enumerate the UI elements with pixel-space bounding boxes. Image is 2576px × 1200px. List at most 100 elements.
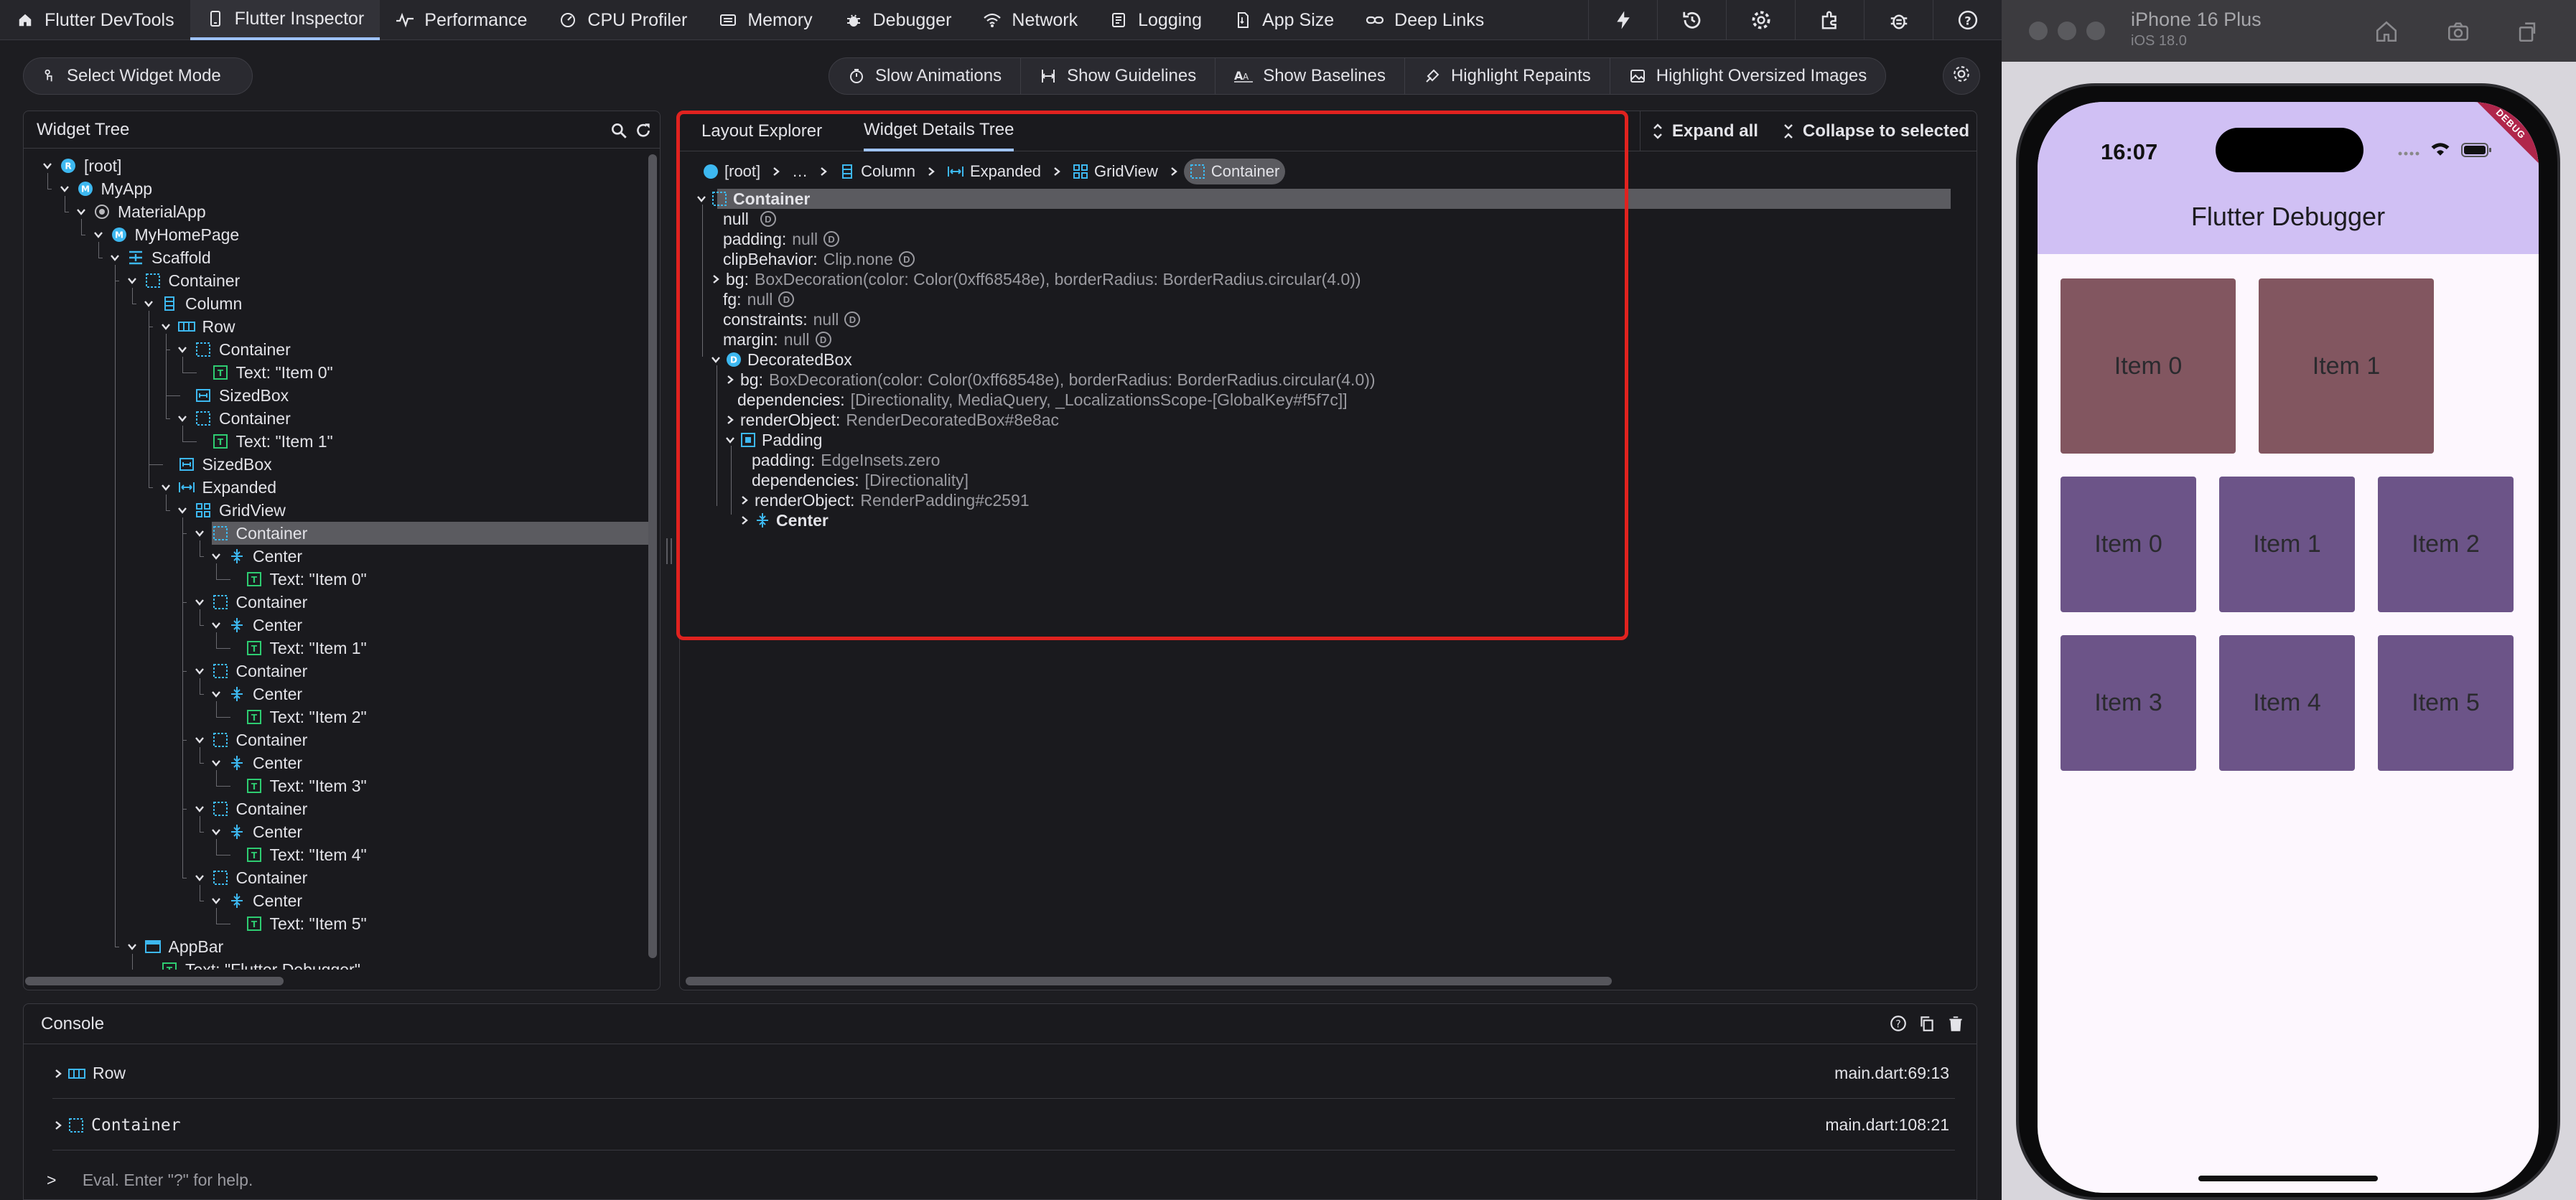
help-icon[interactable]: ? xyxy=(1889,1014,1908,1038)
inspector-settings-button[interactable] xyxy=(1943,57,1980,95)
tree-node-root[interactable]: R [root] xyxy=(39,154,121,177)
grid-item-tile[interactable]: Item 5 xyxy=(2378,635,2514,771)
search-icon[interactable] xyxy=(610,121,628,145)
tree-node-sizedbox[interactable]: SizedBox xyxy=(174,384,289,407)
chevron-down-icon[interactable] xyxy=(174,411,190,426)
tab-performance[interactable]: Performance xyxy=(380,0,543,40)
tree-node-scaffold[interactable]: Scaffold xyxy=(107,246,211,269)
chevron-down-icon[interactable] xyxy=(208,617,224,633)
tree-node-center[interactable]: Center xyxy=(208,545,302,568)
tab-memory[interactable]: Memory xyxy=(703,0,828,40)
info-icon[interactable]: D xyxy=(844,311,861,327)
chevron-right-icon[interactable] xyxy=(710,273,723,285)
expand-all-button[interactable]: Expand all xyxy=(1641,111,1764,151)
breadcrumb-column[interactable]: Column xyxy=(834,159,921,184)
settings-button[interactable] xyxy=(1726,0,1795,40)
widget-tree-scrollbar[interactable] xyxy=(648,154,657,958)
tree-node-gridview[interactable]: GridView xyxy=(174,499,286,522)
detail-row-center[interactable]: Center xyxy=(739,509,834,532)
toggle-slow-animations[interactable]: Slow Animations xyxy=(829,58,1022,94)
screenshot-icon[interactable] xyxy=(2442,16,2474,47)
chevron-down-icon[interactable] xyxy=(73,204,89,220)
tree-node-text-item-0[interactable]: T Text: "Item 0" xyxy=(192,361,333,384)
tree-node-text-item-2[interactable]: T Text: "Item 2" xyxy=(225,706,367,728)
chevron-down-icon[interactable] xyxy=(192,870,207,886)
tree-node-center[interactable]: Center xyxy=(208,751,302,774)
toggle-show-baselines[interactable]: A A Show Baselines xyxy=(1215,58,1405,94)
tab-deep-links[interactable]: Deep Links xyxy=(1350,0,1500,40)
console-entry-container[interactable]: Container main.dart:108:21 xyxy=(52,1100,1955,1150)
chevron-right-icon[interactable] xyxy=(724,414,737,426)
chevron-down-icon[interactable] xyxy=(174,502,190,518)
tree-node-container[interactable]: Container xyxy=(192,797,307,820)
breadcrumb-container[interactable]: Container xyxy=(1183,159,1286,184)
chevron-down-icon[interactable] xyxy=(158,479,174,495)
chevron-down-icon[interactable] xyxy=(39,158,55,174)
chevron-down-icon[interactable] xyxy=(208,824,224,840)
toggle-highlight-repaints[interactable]: Highlight Repaints xyxy=(1405,58,1610,94)
toggle-show-guidelines[interactable]: Show Guidelines xyxy=(1021,58,1216,94)
chevron-down-icon[interactable] xyxy=(208,893,224,909)
zoom-window-button[interactable] xyxy=(2086,22,2105,40)
breadcrumb-ellipsis[interactable]: … xyxy=(786,159,813,184)
bug-report-button[interactable] xyxy=(1864,0,1933,40)
breadcrumb-root[interactable]: [root] xyxy=(697,159,766,184)
tree-node-text-item-1[interactable]: T Text: "Item 1" xyxy=(192,430,333,453)
info-icon[interactable]: D xyxy=(898,251,915,267)
chevron-right-icon[interactable] xyxy=(739,515,752,526)
tree-node-row[interactable]: Row xyxy=(158,315,235,338)
console-entry-location[interactable]: main.dart:69:13 xyxy=(1834,1064,1949,1083)
chevron-down-icon[interactable] xyxy=(208,755,224,771)
info-icon[interactable]: D xyxy=(815,332,831,347)
detail-row-bg[interactable]: bg: BoxDecoration(color: Color(0xff68548e… xyxy=(710,268,1361,291)
tab-debugger[interactable]: Debugger xyxy=(829,0,968,40)
chevron-down-icon[interactable] xyxy=(107,250,123,266)
minimize-window-button[interactable] xyxy=(2058,22,2076,40)
chevron-right-icon[interactable] xyxy=(52,1120,64,1131)
tree-node-myhomepage[interactable]: M MyHomePage xyxy=(90,223,239,246)
info-icon[interactable]: D xyxy=(823,231,840,247)
chevron-down-icon[interactable] xyxy=(192,732,207,748)
grid-item-tile[interactable]: Item 1 xyxy=(2219,477,2355,612)
tab-flutter-inspector[interactable]: Flutter Inspector xyxy=(190,0,381,40)
copy-icon[interactable] xyxy=(1918,1014,1936,1038)
grid-item-tile[interactable]: Item 4 xyxy=(2219,635,2355,771)
grid-item-tile[interactable]: Item 3 xyxy=(2061,635,2196,771)
chevron-right-icon[interactable] xyxy=(739,494,752,506)
tab-widget-details-tree[interactable]: Widget Details Tree xyxy=(864,111,1014,151)
tree-node-text-item-4[interactable]: T Text: "Item 4" xyxy=(225,843,367,866)
chevron-right-icon[interactable] xyxy=(724,374,737,385)
chevron-down-icon[interactable] xyxy=(90,227,106,243)
collapse-to-selected-button[interactable]: Collapse to selected xyxy=(1764,111,1977,151)
tree-node-center[interactable]: Center xyxy=(208,889,302,912)
chevron-down-icon[interactable] xyxy=(174,342,190,357)
chevron-down-icon[interactable] xyxy=(696,193,709,205)
tree-node-column[interactable]: Column xyxy=(141,292,242,315)
tree-node-text-item-0[interactable]: T Text: "Item 0" xyxy=(225,568,367,591)
info-icon[interactable]: D xyxy=(778,291,795,307)
console-entry-location[interactable]: main.dart:108:21 xyxy=(1825,1115,1949,1135)
tree-node-container[interactable]: Container xyxy=(174,407,291,430)
tab-layout-explorer[interactable]: Layout Explorer xyxy=(701,111,822,151)
console-eval-input[interactable]: > Eval. Enter "?" for help. xyxy=(47,1171,253,1190)
refresh-icon[interactable] xyxy=(634,121,653,145)
chevron-down-icon[interactable] xyxy=(124,273,140,289)
chevron-down-icon[interactable] xyxy=(192,663,207,679)
tree-node-container[interactable]: Container xyxy=(192,591,307,614)
tree-node-appbar[interactable]: AppBar xyxy=(124,935,223,958)
widget-tree-hscrollbar[interactable] xyxy=(25,977,284,985)
chevron-down-icon[interactable] xyxy=(208,686,224,702)
help-button[interactable]: ? xyxy=(1933,0,2002,40)
tab-logging[interactable]: Logging xyxy=(1093,0,1218,40)
console-entry-row[interactable]: Row main.dart:69:13 xyxy=(52,1049,1955,1099)
tree-node-container[interactable]: Container xyxy=(124,269,240,292)
chevron-down-icon[interactable] xyxy=(192,525,207,541)
toggle-highlight-oversized-images[interactable]: Highlight Oversized Images xyxy=(1610,58,1885,94)
details-hscrollbar[interactable] xyxy=(686,977,1612,985)
tree-node-sizedbox[interactable]: SizedBox xyxy=(158,453,272,476)
tree-node-text-item-3[interactable]: T Text: "Item 3" xyxy=(225,774,367,797)
chevron-down-icon[interactable] xyxy=(192,594,207,610)
tree-node-container[interactable]: Container xyxy=(192,522,307,545)
chevron-down-icon[interactable] xyxy=(57,181,73,197)
chevron-down-icon[interactable] xyxy=(124,939,140,955)
